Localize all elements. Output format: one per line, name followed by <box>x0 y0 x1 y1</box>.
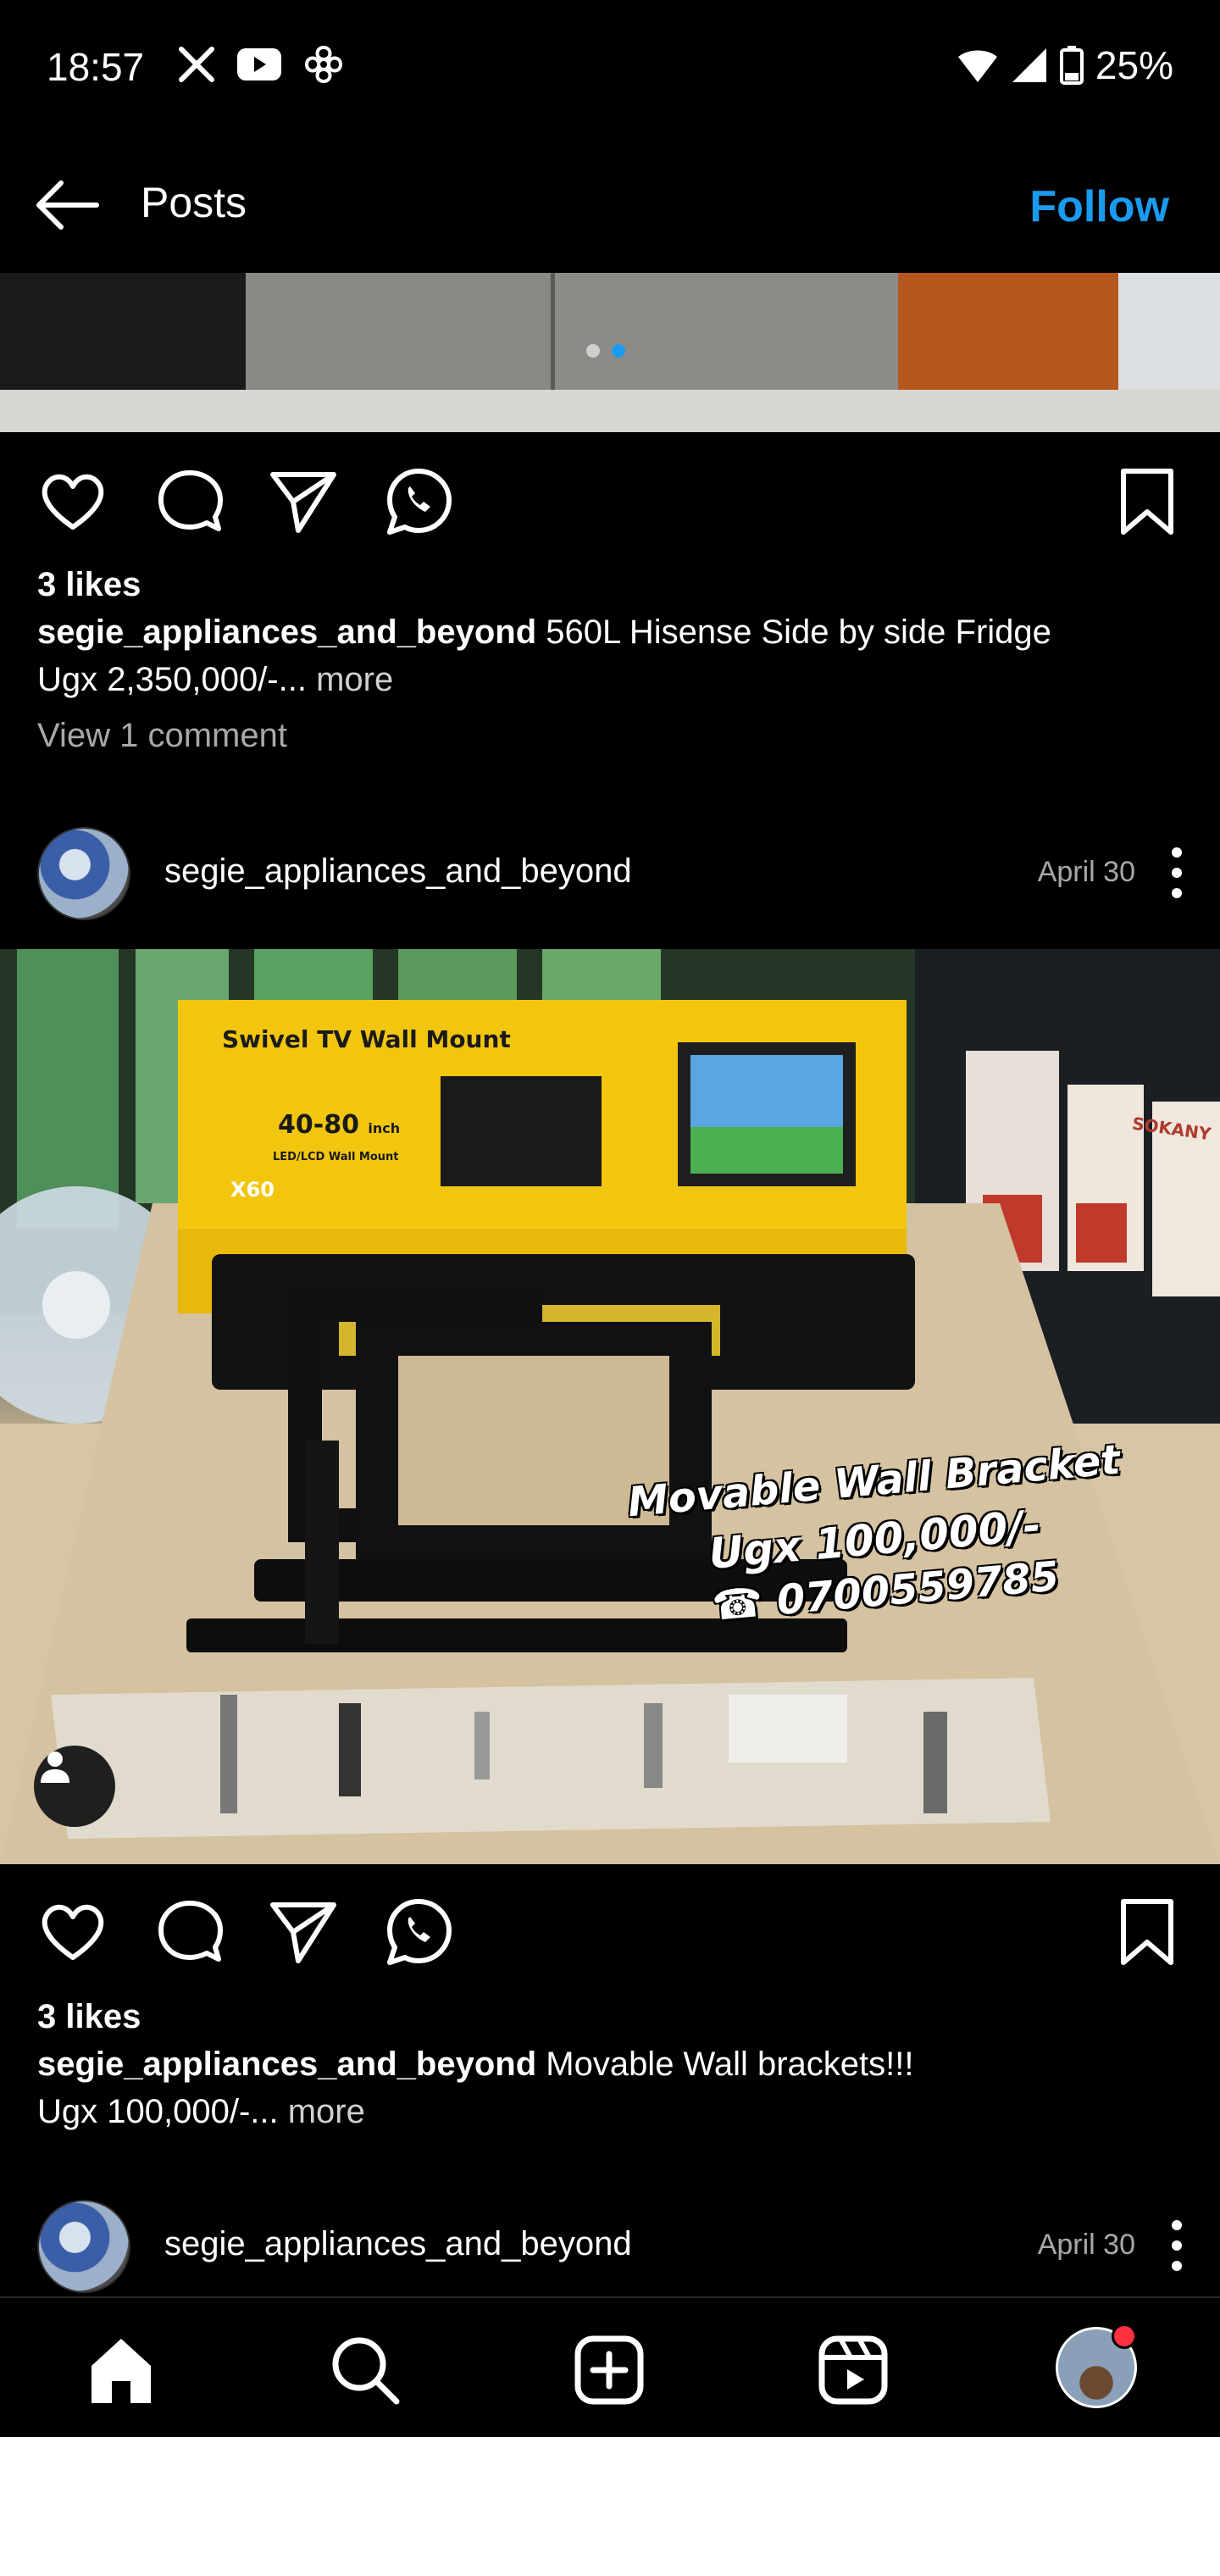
carousel-dots <box>586 344 625 358</box>
post-date: April 30 <box>1037 856 1135 888</box>
search-icon[interactable] <box>327 2332 403 2408</box>
post-username[interactable]: segie_appliances_and_beyond <box>164 2225 632 2263</box>
page-title: Posts <box>141 179 247 226</box>
box-size-unit: inch <box>368 1120 401 1136</box>
comment-icon[interactable] <box>154 466 225 537</box>
post2-likes[interactable]: 3 likes <box>37 1998 141 2036</box>
more-options-icon[interactable] <box>1164 2218 1190 2273</box>
box-size-value: 40-80 <box>278 1110 359 1140</box>
bottom-navigation <box>0 2296 1220 2437</box>
caption-username[interactable]: segie_appliances_and_beyond <box>37 2046 536 2083</box>
view-comments-link[interactable]: View 1 comment <box>37 717 287 755</box>
post-date: April 30 <box>1037 2229 1135 2261</box>
create-icon[interactable] <box>571 2332 647 2408</box>
notification-dot <box>1112 2323 1137 2349</box>
share-send-icon[interactable] <box>268 466 339 537</box>
post2-header: segie_appliances_and_beyond April 30 <box>0 820 1220 922</box>
post-image-wall-bracket[interactable]: Swivel TV Wall Mount 40-80 inch LED/LCD … <box>0 949 1220 1864</box>
post1-caption: segie_appliances_and_beyond 560L Hisense… <box>37 608 1173 703</box>
status-bar: 18:57 25% <box>0 0 1220 136</box>
status-notification-icons <box>178 44 344 85</box>
post-image-fridge[interactable] <box>0 273 1220 432</box>
x-logo-icon <box>179 47 214 82</box>
follow-button[interactable]: Follow <box>1029 181 1169 232</box>
home-icon[interactable] <box>83 2332 159 2408</box>
box-title-text: Swivel TV Wall Mount <box>222 1025 511 1053</box>
more-options-icon[interactable] <box>1164 846 1190 900</box>
avatar[interactable] <box>37 2200 130 2293</box>
caption-text-line2: Ugx 2,350,000/-... <box>37 661 307 698</box>
caption-username[interactable]: segie_appliances_and_beyond <box>37 613 536 651</box>
reels-icon[interactable] <box>815 2332 891 2408</box>
post1-likes[interactable]: 3 likes <box>37 566 141 604</box>
product-photo-scene <box>0 949 1220 1864</box>
carousel-dot <box>586 344 600 358</box>
post3-header: segie_appliances_and_beyond April 30 <box>0 2193 1220 2295</box>
save-bookmark-icon[interactable] <box>1112 1896 1183 1968</box>
box-size-text: 40-80 inch <box>278 1110 400 1140</box>
box-model-text: X60 <box>230 1178 274 1202</box>
threads-like-icon <box>304 45 343 84</box>
like-heart-icon[interactable] <box>37 1896 108 1968</box>
caption-text: 560L Hisense Side by side Fridge <box>546 613 1051 651</box>
status-system-icons: 25% <box>957 42 1173 88</box>
caption-more-link[interactable]: more <box>288 2093 365 2130</box>
box-sub-text: LED/LCD Wall Mount <box>273 1151 399 1163</box>
battery-icon <box>1059 46 1084 85</box>
like-heart-icon[interactable] <box>37 466 108 537</box>
youtube-icon <box>237 48 281 80</box>
caption-more-link[interactable]: more <box>316 661 393 698</box>
share-send-icon[interactable] <box>268 1896 339 1968</box>
wifi-icon <box>957 50 997 82</box>
carousel-dot-active <box>612 344 625 358</box>
tagged-user-button[interactable] <box>34 1746 115 1827</box>
avatar[interactable] <box>37 827 130 920</box>
caption-text: Movable Wall brackets!!! <box>546 2046 914 2083</box>
app-screen: 18:57 25% Posts Follow 3 likes segie_app… <box>0 0 1220 2437</box>
status-time: 18:57 <box>47 45 145 89</box>
save-bookmark-icon[interactable] <box>1112 466 1183 537</box>
top-navigation: Posts Follow <box>0 153 1220 254</box>
whatsapp-icon[interactable] <box>383 1896 454 1968</box>
battery-percent: 25% <box>1095 43 1173 87</box>
post-username[interactable]: segie_appliances_and_beyond <box>164 852 632 891</box>
whatsapp-icon[interactable] <box>383 466 454 537</box>
back-arrow-icon[interactable] <box>34 178 102 232</box>
post1-actions <box>0 458 1220 542</box>
signal-icon <box>1012 48 1046 82</box>
post2-actions <box>0 1888 1220 1973</box>
caption-text-line2: Ugx 100,000/-... <box>37 2093 279 2130</box>
person-icon <box>41 1752 69 1783</box>
image-floor <box>0 390 1220 432</box>
post2-caption: segie_appliances_and_beyond Movable Wall… <box>37 2040 1173 2135</box>
comment-icon[interactable] <box>154 1896 225 1968</box>
